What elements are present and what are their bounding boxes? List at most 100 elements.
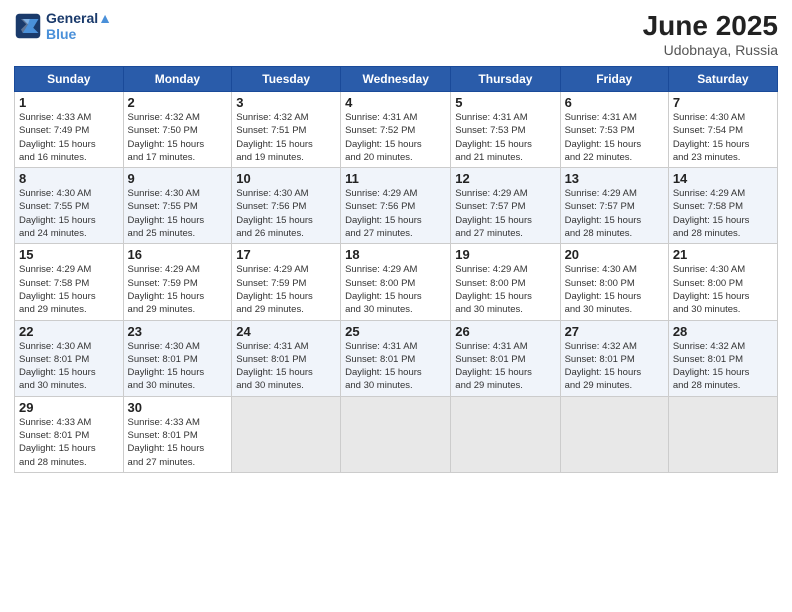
calendar-cell: 6Sunrise: 4:31 AM Sunset: 7:53 PM Daylig… — [560, 92, 668, 168]
calendar-cell: 21Sunrise: 4:30 AM Sunset: 8:00 PM Dayli… — [668, 244, 777, 320]
day-number: 7 — [673, 95, 773, 110]
day-number: 2 — [128, 95, 228, 110]
day-number: 26 — [455, 324, 555, 339]
day-info: Sunrise: 4:29 AM Sunset: 7:58 PM Dayligh… — [19, 263, 119, 316]
day-number: 16 — [128, 247, 228, 262]
header-row: Sunday Monday Tuesday Wednesday Thursday… — [15, 67, 778, 92]
calendar-cell: 10Sunrise: 4:30 AM Sunset: 7:56 PM Dayli… — [232, 168, 341, 244]
day-info: Sunrise: 4:30 AM Sunset: 7:54 PM Dayligh… — [673, 111, 773, 164]
calendar-week-3: 15Sunrise: 4:29 AM Sunset: 7:58 PM Dayli… — [15, 244, 778, 320]
day-info: Sunrise: 4:31 AM Sunset: 8:01 PM Dayligh… — [236, 340, 336, 393]
day-number: 24 — [236, 324, 336, 339]
calendar-cell: 16Sunrise: 4:29 AM Sunset: 7:59 PM Dayli… — [123, 244, 232, 320]
day-number: 15 — [19, 247, 119, 262]
day-info: Sunrise: 4:30 AM Sunset: 7:55 PM Dayligh… — [128, 187, 228, 240]
logo-text: General▲ Blue — [46, 10, 112, 42]
calendar-cell: 28Sunrise: 4:32 AM Sunset: 8:01 PM Dayli… — [668, 320, 777, 396]
location: Udobnaya, Russia — [643, 42, 778, 58]
calendar-cell: 8Sunrise: 4:30 AM Sunset: 7:55 PM Daylig… — [15, 168, 124, 244]
day-info: Sunrise: 4:30 AM Sunset: 7:56 PM Dayligh… — [236, 187, 336, 240]
calendar-week-5: 29Sunrise: 4:33 AM Sunset: 8:01 PM Dayli… — [15, 396, 778, 472]
day-info: Sunrise: 4:31 AM Sunset: 8:01 PM Dayligh… — [345, 340, 446, 393]
day-number: 4 — [345, 95, 446, 110]
calendar-cell — [560, 396, 668, 472]
calendar-table: Sunday Monday Tuesday Wednesday Thursday… — [14, 66, 778, 473]
calendar-cell: 27Sunrise: 4:32 AM Sunset: 8:01 PM Dayli… — [560, 320, 668, 396]
day-info: Sunrise: 4:30 AM Sunset: 8:00 PM Dayligh… — [673, 263, 773, 316]
header-friday: Friday — [560, 67, 668, 92]
day-info: Sunrise: 4:29 AM Sunset: 7:59 PM Dayligh… — [128, 263, 228, 316]
header-wednesday: Wednesday — [341, 67, 451, 92]
day-number: 27 — [565, 324, 664, 339]
day-number: 20 — [565, 247, 664, 262]
day-number: 10 — [236, 171, 336, 186]
day-info: Sunrise: 4:31 AM Sunset: 7:53 PM Dayligh… — [455, 111, 555, 164]
calendar-header: Sunday Monday Tuesday Wednesday Thursday… — [15, 67, 778, 92]
day-number: 25 — [345, 324, 446, 339]
calendar-cell — [668, 396, 777, 472]
day-number: 30 — [128, 400, 228, 415]
day-info: Sunrise: 4:29 AM Sunset: 7:58 PM Dayligh… — [673, 187, 773, 240]
calendar-cell: 1Sunrise: 4:33 AM Sunset: 7:49 PM Daylig… — [15, 92, 124, 168]
day-number: 29 — [19, 400, 119, 415]
header-thursday: Thursday — [451, 67, 560, 92]
day-number: 18 — [345, 247, 446, 262]
calendar-week-2: 8Sunrise: 4:30 AM Sunset: 7:55 PM Daylig… — [15, 168, 778, 244]
calendar-cell: 14Sunrise: 4:29 AM Sunset: 7:58 PM Dayli… — [668, 168, 777, 244]
day-number: 17 — [236, 247, 336, 262]
day-info: Sunrise: 4:29 AM Sunset: 7:56 PM Dayligh… — [345, 187, 446, 240]
calendar-cell: 26Sunrise: 4:31 AM Sunset: 8:01 PM Dayli… — [451, 320, 560, 396]
calendar-cell: 5Sunrise: 4:31 AM Sunset: 7:53 PM Daylig… — [451, 92, 560, 168]
calendar-week-4: 22Sunrise: 4:30 AM Sunset: 8:01 PM Dayli… — [15, 320, 778, 396]
calendar-cell: 23Sunrise: 4:30 AM Sunset: 8:01 PM Dayli… — [123, 320, 232, 396]
calendar-cell: 24Sunrise: 4:31 AM Sunset: 8:01 PM Dayli… — [232, 320, 341, 396]
calendar-cell: 9Sunrise: 4:30 AM Sunset: 7:55 PM Daylig… — [123, 168, 232, 244]
calendar-cell: 12Sunrise: 4:29 AM Sunset: 7:57 PM Dayli… — [451, 168, 560, 244]
calendar-cell: 20Sunrise: 4:30 AM Sunset: 8:00 PM Dayli… — [560, 244, 668, 320]
day-number: 21 — [673, 247, 773, 262]
calendar-cell — [341, 396, 451, 472]
title-block: June 2025 Udobnaya, Russia — [643, 10, 778, 58]
day-number: 8 — [19, 171, 119, 186]
day-number: 1 — [19, 95, 119, 110]
calendar-cell — [451, 396, 560, 472]
day-info: Sunrise: 4:29 AM Sunset: 7:59 PM Dayligh… — [236, 263, 336, 316]
day-number: 13 — [565, 171, 664, 186]
calendar-cell: 13Sunrise: 4:29 AM Sunset: 7:57 PM Dayli… — [560, 168, 668, 244]
calendar-cell: 3Sunrise: 4:32 AM Sunset: 7:51 PM Daylig… — [232, 92, 341, 168]
day-info: Sunrise: 4:33 AM Sunset: 8:01 PM Dayligh… — [128, 416, 228, 469]
header-sunday: Sunday — [15, 67, 124, 92]
calendar-cell: 4Sunrise: 4:31 AM Sunset: 7:52 PM Daylig… — [341, 92, 451, 168]
calendar-cell: 19Sunrise: 4:29 AM Sunset: 8:00 PM Dayli… — [451, 244, 560, 320]
header-saturday: Saturday — [668, 67, 777, 92]
calendar-body: 1Sunrise: 4:33 AM Sunset: 7:49 PM Daylig… — [15, 92, 778, 473]
day-number: 3 — [236, 95, 336, 110]
day-info: Sunrise: 4:32 AM Sunset: 7:50 PM Dayligh… — [128, 111, 228, 164]
day-info: Sunrise: 4:30 AM Sunset: 7:55 PM Dayligh… — [19, 187, 119, 240]
calendar-cell — [232, 396, 341, 472]
day-number: 11 — [345, 171, 446, 186]
calendar-week-1: 1Sunrise: 4:33 AM Sunset: 7:49 PM Daylig… — [15, 92, 778, 168]
day-info: Sunrise: 4:29 AM Sunset: 7:57 PM Dayligh… — [565, 187, 664, 240]
day-info: Sunrise: 4:33 AM Sunset: 8:01 PM Dayligh… — [19, 416, 119, 469]
header: General▲ Blue June 2025 Udobnaya, Russia — [14, 10, 778, 58]
day-info: Sunrise: 4:30 AM Sunset: 8:01 PM Dayligh… — [19, 340, 119, 393]
day-info: Sunrise: 4:29 AM Sunset: 7:57 PM Dayligh… — [455, 187, 555, 240]
calendar-cell: 22Sunrise: 4:30 AM Sunset: 8:01 PM Dayli… — [15, 320, 124, 396]
day-info: Sunrise: 4:29 AM Sunset: 8:00 PM Dayligh… — [455, 263, 555, 316]
logo: General▲ Blue — [14, 10, 112, 42]
day-number: 9 — [128, 171, 228, 186]
calendar-page: General▲ Blue June 2025 Udobnaya, Russia… — [0, 0, 792, 612]
day-number: 22 — [19, 324, 119, 339]
calendar-cell: 30Sunrise: 4:33 AM Sunset: 8:01 PM Dayli… — [123, 396, 232, 472]
day-info: Sunrise: 4:33 AM Sunset: 7:49 PM Dayligh… — [19, 111, 119, 164]
calendar-cell: 15Sunrise: 4:29 AM Sunset: 7:58 PM Dayli… — [15, 244, 124, 320]
day-info: Sunrise: 4:30 AM Sunset: 8:01 PM Dayligh… — [128, 340, 228, 393]
header-monday: Monday — [123, 67, 232, 92]
month-title: June 2025 — [643, 10, 778, 42]
day-number: 5 — [455, 95, 555, 110]
calendar-cell: 25Sunrise: 4:31 AM Sunset: 8:01 PM Dayli… — [341, 320, 451, 396]
day-number: 28 — [673, 324, 773, 339]
calendar-cell: 11Sunrise: 4:29 AM Sunset: 7:56 PM Dayli… — [341, 168, 451, 244]
calendar-cell: 18Sunrise: 4:29 AM Sunset: 8:00 PM Dayli… — [341, 244, 451, 320]
